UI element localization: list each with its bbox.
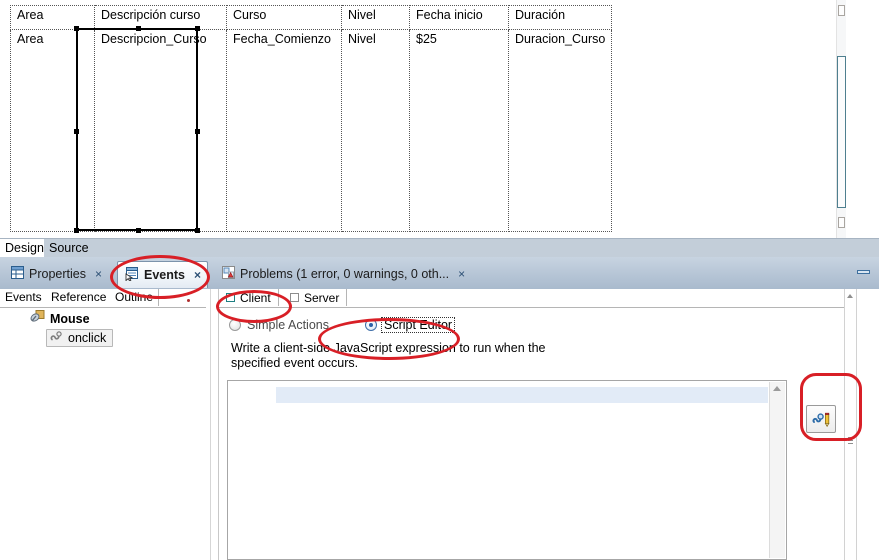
minimize-icon [857, 270, 870, 274]
tab-properties-close-icon[interactable]: × [95, 267, 102, 281]
editor-scroll-up-icon[interactable] [773, 386, 781, 391]
header-cell-curso[interactable]: Curso [226, 5, 342, 30]
tab-events[interactable]: Events × [117, 261, 209, 288]
tab-problems[interactable]: Problems (1 error, 0 warnings, 0 oth... … [215, 261, 471, 287]
header-cell-descripcion[interactable]: Descripción curso [94, 5, 227, 30]
pane-splitter[interactable] [206, 289, 219, 560]
bottom-view-stack: Properties × Events × Problems (1 error,… [0, 257, 879, 560]
tab-server-label: Server [304, 290, 340, 305]
splitter-grip [210, 289, 211, 560]
header-cell-duracion[interactable]: Duración [508, 5, 612, 30]
tree-item-mouse[interactable]: Mouse [0, 309, 206, 328]
header-cell-area[interactable]: Area [10, 5, 95, 30]
mouse-icon [30, 310, 45, 327]
application-window: Area Descripción curso Curso Nivel Fecha… [0, 0, 879, 560]
design-vertical-scrollbar[interactable] [836, 0, 846, 238]
script-editor-textarea[interactable] [227, 380, 787, 560]
data-cell-fecha-comienzo[interactable]: Fecha_Comienzo [226, 29, 342, 232]
data-cell-precio[interactable]: $25 [409, 29, 509, 232]
data-cell-nivel[interactable]: Nivel [341, 29, 410, 232]
tab-outline[interactable]: Outline [110, 289, 160, 306]
problems-icon [222, 266, 235, 282]
pane-scroll-up-icon[interactable] [847, 294, 853, 298]
events-view: Events Reference Outline Mouse onclick C… [0, 289, 879, 560]
design-table[interactable]: Area Descripción curso Curso Nivel Fecha… [10, 5, 612, 232]
event-tree[interactable]: Mouse onclick [0, 309, 206, 347]
editor-vertical-scrollbar[interactable] [769, 382, 785, 558]
tab-row-marker [187, 299, 190, 302]
script-pencil-icon [812, 412, 829, 427]
table-data-row: Area Descripcion_Curso Fecha_Comienzo Ni… [10, 29, 612, 232]
radio-script-editor-label: Script Editor [380, 317, 456, 333]
tab-client-label: Client [240, 290, 271, 305]
radio-simple-actions-indicator[interactable] [229, 319, 241, 331]
scroll-thumb[interactable] [837, 56, 846, 208]
design-canvas[interactable]: Area Descripción curso Curso Nivel Fecha… [0, 0, 840, 238]
minimize-panel-button[interactable] [856, 266, 872, 278]
tree-item-onclick-selection[interactable]: onclick [46, 328, 114, 347]
tab-design[interactable]: Design [0, 239, 49, 258]
event-detail-pane: Client Server Simple Actions Script Edit [219, 289, 879, 560]
action-mode-radio-group: Simple Actions Script Editor [229, 317, 456, 333]
tab-properties-label: Properties [29, 267, 86, 281]
tab-server[interactable]: Server [283, 289, 348, 306]
data-cell-duracion-curso[interactable]: Duracion_Curso [508, 29, 612, 232]
tab-events-label: Events [144, 268, 185, 282]
header-cell-fecha-inicio[interactable]: Fecha inicio [409, 5, 509, 30]
event-handler-icon [49, 330, 63, 346]
radio-script-editor[interactable]: Script Editor [364, 317, 456, 333]
client-server-tab-row: Client Server [219, 289, 851, 308]
script-editor-toolbar [799, 289, 841, 560]
pane-scroll-grip-icon[interactable] [848, 437, 853, 446]
tab-problems-label: Problems (1 error, 0 warnings, 0 oth... [240, 267, 450, 281]
tab-events-tree[interactable]: Events [0, 289, 48, 306]
data-cell-descripcion-curso[interactable]: Descripcion_Curso [94, 29, 227, 232]
tab-client[interactable]: Client [219, 289, 279, 306]
events-icon [125, 266, 139, 284]
table-header-row: Area Descripción curso Curso Nivel Fecha… [10, 5, 612, 30]
header-cell-nivel[interactable]: Nivel [341, 5, 410, 30]
radio-script-editor-indicator[interactable] [364, 319, 377, 331]
tree-item-mouse-label: Mouse [50, 311, 90, 326]
detail-pane-scrollbar[interactable] [844, 289, 857, 560]
events-tree-pane: Events Reference Outline Mouse onclick [0, 289, 207, 560]
tab-source[interactable]: Source [44, 239, 94, 258]
tree-item-onclick-label: onclick [68, 330, 107, 345]
view-tab-bar: Properties × Events × Problems (1 error,… [0, 257, 879, 290]
tree-item-onclick[interactable]: onclick [0, 328, 206, 347]
server-square-icon [290, 293, 299, 302]
design-view[interactable]: Area Descripción curso Curso Nivel Fecha… [0, 0, 879, 238]
scroll-down-icon[interactable] [838, 217, 845, 228]
events-tree-tab-row: Events Reference Outline [0, 289, 206, 308]
radio-simple-actions[interactable]: Simple Actions [229, 318, 329, 332]
editor-gutter-divider [275, 381, 276, 559]
edit-script-button[interactable] [806, 405, 836, 433]
editor-mode-tabs: Design Source [0, 238, 879, 258]
scroll-up-icon[interactable] [838, 5, 845, 16]
editor-current-line-highlight [276, 387, 768, 403]
properties-grid-icon [11, 266, 24, 282]
tab-problems-close-icon[interactable]: × [458, 267, 465, 281]
tab-events-close-icon[interactable]: × [194, 268, 201, 282]
script-editor-hint: Write a client-side JavaScript expressio… [231, 341, 546, 370]
tab-properties[interactable]: Properties × [4, 261, 108, 287]
tab-reference[interactable]: Reference [46, 289, 113, 306]
radio-simple-actions-label: Simple Actions [247, 318, 329, 332]
client-square-icon [226, 293, 235, 302]
data-cell-area[interactable]: Area [10, 29, 95, 232]
